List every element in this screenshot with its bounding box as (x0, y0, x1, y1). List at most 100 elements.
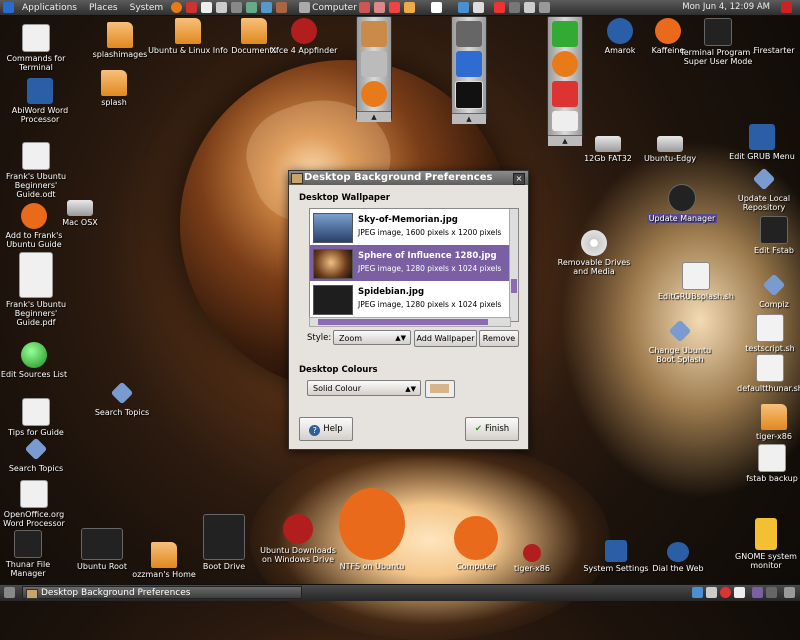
desktop-icon[interactable]: testscript.sh (730, 314, 800, 353)
desktop-icon[interactable]: GNOME system monitor (726, 518, 800, 570)
show-desktop-icon[interactable] (4, 587, 15, 598)
network-icon[interactable] (246, 2, 258, 13)
desktop-icon[interactable]: Update Manager (642, 184, 722, 223)
desktop-icon[interactable]: fstab backup (732, 444, 800, 483)
desktop-icon[interactable]: Frank's Ubuntu Beginners' Guide.pdf (0, 252, 76, 327)
desktop-icon[interactable]: OpenOffice.org Word Processor (0, 480, 74, 528)
screenshot-icon[interactable] (261, 2, 273, 13)
desktop-icon[interactable]: Search Topics (82, 380, 162, 417)
ubuntu-menu-icon[interactable] (3, 2, 14, 13)
computer-launcher-label[interactable]: Computer (312, 3, 357, 13)
menu-applications[interactable]: Applications (16, 3, 83, 13)
app-icon-5[interactable] (430, 2, 442, 13)
editor-icon[interactable] (361, 51, 387, 77)
colour-picker-button[interactable] (425, 380, 455, 398)
window-titlebar[interactable]: Desktop Background Preferences × (289, 171, 528, 185)
launcher-icon[interactable] (186, 2, 198, 13)
terminal-launcher-icon[interactable] (231, 2, 243, 13)
wallpaper-list[interactable]: Sky-of-Memorian.jpg JPEG image, 1600 pix… (309, 208, 519, 322)
wallpaper-row[interactable]: Sky-of-Memorian.jpg JPEG image, 1600 pix… (310, 209, 518, 245)
archive-icon[interactable] (276, 2, 288, 13)
app-icon-3[interactable] (388, 2, 400, 13)
app-icon-7[interactable] (472, 2, 484, 13)
help-button[interactable]: ? Help (299, 417, 353, 441)
help-icon[interactable] (216, 2, 228, 13)
style-combo[interactable]: Zoom ▲▼ (333, 330, 411, 345)
gnome-icon[interactable] (455, 81, 483, 109)
window-icon[interactable] (291, 173, 303, 184)
drawer-1[interactable]: ▲ (356, 16, 392, 122)
desktop-icon[interactable]: splash (74, 70, 154, 107)
wallpaper-row[interactable]: Spidebian.jpg JPEG image, 1280 pixels x … (310, 281, 518, 317)
add-wallpaper-button[interactable]: Add Wallpaper (414, 330, 477, 347)
desktop-icon[interactable]: Mac OSX (40, 192, 120, 227)
app-icon-9[interactable] (508, 2, 520, 13)
drawer-2[interactable]: ▲ (451, 16, 487, 124)
desktop-icon[interactable]: Removable Drives and Media (554, 230, 634, 276)
desktop-icon[interactable]: Edit Fstab (734, 216, 800, 255)
app-icon-8[interactable] (493, 2, 505, 13)
taskbar-button[interactable]: Desktop Background Preferences (22, 586, 302, 599)
remove-button[interactable]: Remove (479, 330, 519, 347)
desktop-icon[interactable]: AbiWord Word Processor (0, 78, 80, 124)
app-icon-10[interactable] (523, 2, 535, 13)
desktop-icon[interactable]: Xfce 4 Appfinder (264, 18, 344, 55)
firefox-icon[interactable] (171, 2, 183, 13)
desktop-icon[interactable]: Commands for Terminal (0, 24, 76, 72)
coffee-icon[interactable] (361, 21, 387, 47)
finish-button[interactable]: ✔ Finish (465, 417, 519, 441)
colour-mode-combo[interactable]: Solid Colour ▲▼ (307, 380, 421, 396)
desktop-icon[interactable]: defaultthunar.sh (730, 354, 800, 393)
app-icon-1[interactable] (358, 2, 370, 13)
volume-icon[interactable] (538, 2, 550, 13)
wallpaper-row-selected[interactable]: Sphere of Influence 1280.jpg JPEG image,… (310, 245, 518, 281)
tray-icon-2[interactable] (706, 587, 717, 598)
app-icon-2[interactable] (373, 2, 385, 13)
desktop-icon[interactable]: NTFS on Ubuntu (324, 488, 420, 571)
menu-system[interactable]: System (124, 3, 170, 13)
vertical-scrollbar[interactable] (509, 209, 518, 321)
workspace-2-icon[interactable] (766, 587, 777, 598)
tray-icon-4[interactable] (734, 587, 745, 598)
desktop-icon[interactable]: tiger-x86 (492, 544, 572, 573)
desktop-icon[interactable]: Update Local Repository (724, 166, 800, 212)
desktop-icon[interactable]: Dial the Web (638, 542, 718, 573)
desktop-icon[interactable]: Search Topics (0, 436, 76, 473)
scrollbar-thumb[interactable] (511, 279, 517, 293)
close-icon[interactable]: × (513, 173, 525, 185)
computer-icon[interactable] (299, 2, 311, 13)
desktop-icon[interactable]: Thunar File Manager (0, 530, 68, 578)
scrollbar-thumb[interactable] (318, 319, 488, 325)
desktop-icon[interactable]: Ubuntu-Edgy (630, 128, 710, 163)
desktop-icon[interactable]: Edit Sources List (0, 342, 74, 379)
desktop-icon[interactable]: Tips for Guide (0, 398, 76, 437)
desktop-icon[interactable]: Boot Drive (184, 514, 264, 571)
app-icon-4[interactable] (403, 2, 415, 13)
windows-flag-icon[interactable] (552, 81, 578, 107)
desktop-icon[interactable]: Change Ubuntu Boot Splash (640, 318, 720, 364)
monitor-icon[interactable] (456, 51, 482, 77)
tray-icon-1[interactable] (692, 587, 703, 598)
desktop-icon[interactable]: Edit GRUB Menu (722, 124, 800, 161)
desktop-icon[interactable]: tiger-x86 (734, 404, 800, 441)
drawer-arrow-icon[interactable]: ▲ (452, 113, 486, 124)
mail-icon[interactable] (201, 2, 213, 13)
desktop-icon[interactable]: Frank's Ubuntu Beginners' Guide.odt (0, 142, 76, 199)
desktop-icon[interactable]: Compiz (734, 272, 800, 309)
drawer-arrow-icon[interactable]: ▲ (357, 111, 391, 122)
windows-icon[interactable] (552, 21, 578, 47)
workspace-1-icon[interactable] (752, 587, 763, 598)
ubuntu-icon[interactable] (361, 81, 387, 107)
app-icon-6[interactable] (457, 2, 469, 13)
horizontal-scrollbar[interactable] (309, 317, 511, 327)
drawer-3[interactable]: ▲ (547, 16, 583, 146)
logout-icon[interactable] (781, 2, 792, 13)
desktop-icon[interactable]: Firestarter (734, 18, 800, 55)
menu-places[interactable]: Places (83, 3, 124, 13)
trash-icon[interactable] (784, 587, 795, 598)
ubuntu-icon[interactable] (552, 51, 578, 77)
harddisk-icon[interactable] (456, 21, 482, 47)
clock[interactable]: Mon Jun 4, 12:09 AM (682, 2, 770, 12)
desktop-icon[interactable]: EditGRUBsplash.sh (656, 262, 736, 301)
tray-icon-3[interactable] (720, 587, 731, 598)
